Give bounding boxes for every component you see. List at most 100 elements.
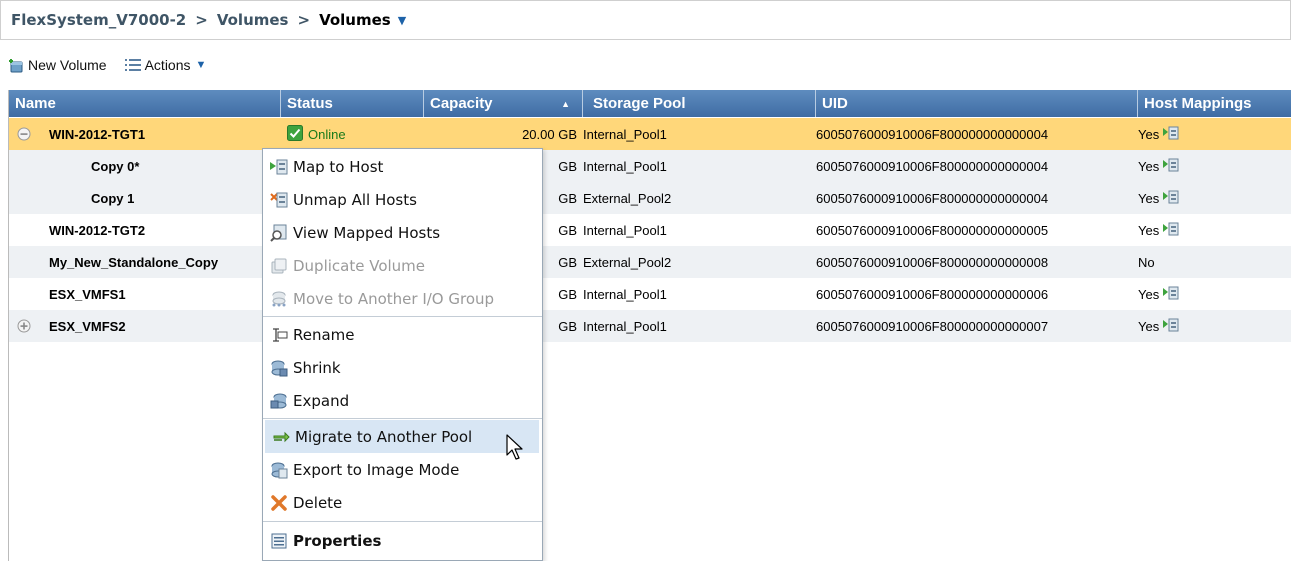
menu-divider bbox=[263, 316, 542, 317]
menu-item-shrink[interactable]: Shrink bbox=[263, 351, 542, 384]
table-row[interactable]: Copy 0* GB Internal_Pool1 60050760009100… bbox=[9, 150, 1291, 182]
storage-pool-cell: Internal_Pool1 bbox=[583, 158, 667, 174]
table-row[interactable]: Copy 1 GB External_Pool2 600507600091000… bbox=[9, 182, 1291, 214]
menu-item-export-image-mode[interactable]: Export to Image Mode bbox=[263, 453, 542, 486]
export-icon bbox=[269, 460, 289, 480]
menu-item-rename[interactable]: Rename bbox=[263, 318, 542, 351]
menu-item-move-io-group[interactable]: Move to Another I/O Group bbox=[263, 282, 542, 315]
table-row[interactable]: ESX_VMFS2 GB Internal_Pool1 600507600091… bbox=[9, 310, 1291, 342]
status-cell: Online bbox=[281, 118, 424, 150]
host-mapping-text: Yes bbox=[1138, 126, 1160, 142]
table-row[interactable]: WIN-2012-TGT1 Online 20.00 GB Internal_P… bbox=[9, 118, 1291, 150]
menu-item-label: View Mapped Hosts bbox=[293, 223, 441, 242]
column-label: UID bbox=[822, 95, 848, 112]
column-label: Capacity bbox=[430, 95, 493, 112]
menu-item-label: Move to Another I/O Group bbox=[293, 289, 495, 308]
menu-item-label: Properties bbox=[293, 531, 382, 550]
menu-item-label: Map to Host bbox=[293, 157, 384, 176]
actions-label: Actions bbox=[144, 57, 191, 73]
storage-pool-cell: Internal_Pool1 bbox=[583, 222, 667, 238]
storage-pool-cell: Internal_Pool1 bbox=[583, 318, 667, 334]
column-header-host-mappings[interactable]: Host Mappings bbox=[1138, 90, 1291, 117]
column-header-storage-pool[interactable]: Storage Pool bbox=[583, 90, 816, 117]
menu-item-migrate-pool[interactable]: Migrate to Another Pool bbox=[265, 420, 539, 453]
name-cell: ESX_VMFS2 bbox=[9, 310, 281, 342]
context-menu: Map to Host Unmap All Hosts View Mapped … bbox=[262, 148, 543, 561]
name-cell: WIN-2012-TGT1 bbox=[9, 118, 281, 150]
mouse-cursor-icon bbox=[506, 434, 524, 465]
table-row[interactable]: ESX_VMFS1 GB Internal_Pool1 600507600091… bbox=[9, 278, 1291, 310]
host-mappings-cell: Yes bbox=[1138, 150, 1288, 182]
collapse-icon[interactable] bbox=[13, 127, 35, 141]
column-header-name[interactable]: Name bbox=[9, 90, 281, 117]
shrink-icon bbox=[269, 358, 289, 378]
actions-button[interactable]: Actions ▼ bbox=[124, 57, 206, 73]
host-mapping-text: Yes bbox=[1138, 190, 1160, 206]
duplicate-icon bbox=[269, 256, 289, 276]
column-header-uid[interactable]: UID bbox=[816, 90, 1138, 117]
host-mapping-icon bbox=[1163, 285, 1179, 304]
menu-item-label: Duplicate Volume bbox=[293, 256, 426, 275]
host-mappings-cell: Yes bbox=[1138, 182, 1288, 214]
toolbar: New Volume Actions ▼ bbox=[8, 51, 224, 79]
map-host-icon bbox=[269, 157, 289, 177]
expand-volume-icon bbox=[269, 391, 289, 411]
host-mapping-text: Yes bbox=[1138, 222, 1160, 238]
status-badge: Online bbox=[287, 124, 346, 144]
menu-item-label: Expand bbox=[293, 391, 350, 410]
menu-item-unmap-all-hosts[interactable]: Unmap All Hosts bbox=[263, 183, 542, 216]
new-volume-button[interactable]: New Volume bbox=[8, 57, 107, 73]
menu-item-duplicate-volume[interactable]: Duplicate Volume bbox=[263, 249, 542, 282]
menu-item-label: Unmap All Hosts bbox=[293, 190, 417, 209]
breadcrumb-section[interactable]: Volumes bbox=[217, 11, 289, 29]
sort-ascending-icon: ▲ bbox=[561, 98, 570, 109]
name-cell: Copy 1 bbox=[91, 190, 135, 206]
uid-cell: 6005076000910006F800000000000005 bbox=[816, 222, 1049, 238]
menu-item-label: Shrink bbox=[293, 358, 341, 377]
menu-item-expand[interactable]: Expand bbox=[263, 384, 542, 417]
column-header-status[interactable]: Status bbox=[281, 90, 424, 117]
rename-icon bbox=[269, 325, 289, 345]
check-icon bbox=[287, 124, 303, 144]
column-label: Status bbox=[287, 95, 333, 112]
host-mapping-text: Yes bbox=[1138, 286, 1160, 302]
breadcrumb-system[interactable]: FlexSystem_V7000-2 bbox=[11, 11, 186, 29]
menu-item-delete[interactable]: Delete bbox=[263, 486, 542, 519]
host-mappings-cell: Yes bbox=[1138, 278, 1288, 310]
menu-divider bbox=[263, 418, 542, 419]
host-mapping-icon bbox=[1163, 125, 1179, 144]
menu-item-map-to-host[interactable]: Map to Host bbox=[263, 150, 542, 183]
expand-icon[interactable] bbox=[13, 319, 35, 333]
new-volume-icon bbox=[8, 57, 24, 73]
table-row[interactable]: My_New_Standalone_Copy GB External_Pool2… bbox=[9, 246, 1291, 278]
menu-item-properties[interactable]: Properties bbox=[263, 524, 542, 557]
column-label: Name bbox=[15, 95, 56, 112]
breadcrumb-separator: > bbox=[297, 11, 311, 29]
table-header: Name Status Capacity ▲ Storage Pool UID H… bbox=[9, 90, 1291, 117]
uid-cell: 6005076000910006F800000000000006 bbox=[816, 286, 1049, 302]
storage-pool-cell: Internal_Pool1 bbox=[583, 126, 667, 142]
menu-item-label: Migrate to Another Pool bbox=[295, 427, 473, 446]
host-mapping-icon bbox=[1163, 317, 1179, 336]
breadcrumb: FlexSystem_V7000-2 > Volumes > Volumes ▼ bbox=[0, 0, 1291, 40]
capacity-cell: 20.00 GB bbox=[522, 126, 577, 142]
name-cell: ESX_VMFS1 bbox=[49, 286, 126, 302]
menu-item-label: Delete bbox=[293, 493, 343, 512]
breadcrumb-dropdown-icon[interactable]: ▼ bbox=[398, 14, 406, 27]
storage-pool-cell: Internal_Pool1 bbox=[583, 286, 667, 302]
host-mapping-text: Yes bbox=[1138, 318, 1160, 334]
uid-cell: 6005076000910006F800000000000008 bbox=[816, 254, 1049, 270]
uid-cell: 6005076000910006F800000000000004 bbox=[816, 126, 1049, 142]
host-mapping-text: Yes bbox=[1138, 158, 1160, 174]
volume-name: WIN-2012-TGT1 bbox=[49, 126, 146, 142]
menu-item-label: Rename bbox=[293, 325, 355, 344]
status-text: Online bbox=[308, 126, 346, 142]
properties-icon bbox=[269, 531, 289, 551]
table-row[interactable]: WIN-2012-TGT2 GB Internal_Pool1 60050760… bbox=[9, 214, 1291, 246]
host-mapping-icon bbox=[1163, 221, 1179, 240]
menu-item-view-mapped-hosts[interactable]: View Mapped Hosts bbox=[263, 216, 542, 249]
host-mappings-cell: No bbox=[1138, 246, 1288, 278]
volumes-table: Name Status Capacity ▲ Storage Pool UID H… bbox=[8, 90, 1291, 561]
view-hosts-icon bbox=[269, 223, 289, 243]
column-header-capacity[interactable]: Capacity ▲ bbox=[424, 90, 583, 117]
